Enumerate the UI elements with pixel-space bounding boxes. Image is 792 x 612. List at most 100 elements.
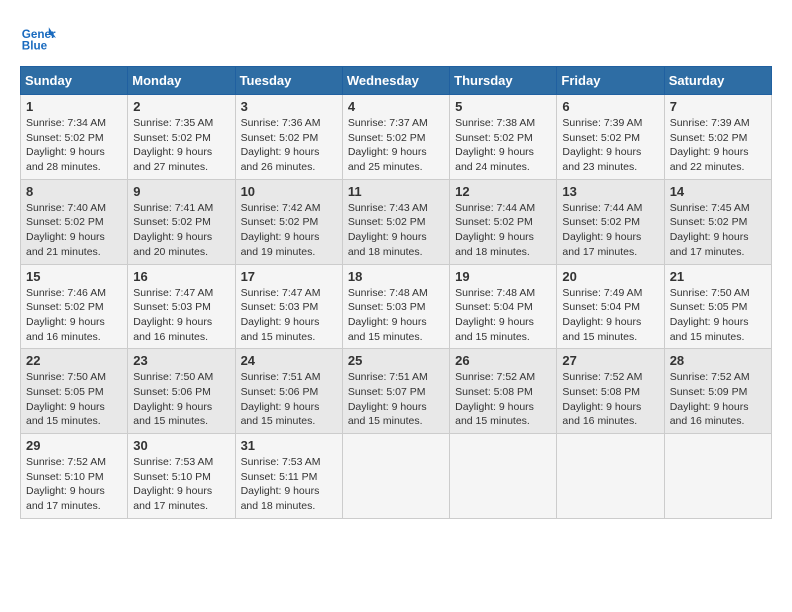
day-cell: 14 Sunrise: 7:45 AM Sunset: 5:02 PM Dayl… (664, 179, 771, 264)
day-number: 12 (455, 184, 551, 199)
cell-info: Sunrise: 7:52 AM Sunset: 5:09 PM Dayligh… (670, 370, 766, 429)
day-cell: 24 Sunrise: 7:51 AM Sunset: 5:06 PM Dayl… (235, 349, 342, 434)
daylight: Daylight: 9 hours and 25 minutes. (348, 146, 427, 173)
daylight: Daylight: 9 hours and 17 minutes. (562, 231, 641, 258)
day-number: 16 (133, 269, 229, 284)
cell-info: Sunrise: 7:50 AM Sunset: 5:05 PM Dayligh… (26, 370, 122, 429)
day-cell: 21 Sunrise: 7:50 AM Sunset: 5:05 PM Dayl… (664, 264, 771, 349)
sunrise: Sunrise: 7:40 AM (26, 202, 106, 214)
day-number: 8 (26, 184, 122, 199)
day-number: 3 (241, 99, 337, 114)
daylight: Daylight: 9 hours and 18 minutes. (348, 231, 427, 258)
sunrise: Sunrise: 7:48 AM (348, 287, 428, 299)
day-cell: 2 Sunrise: 7:35 AM Sunset: 5:02 PM Dayli… (128, 95, 235, 180)
sunset: Sunset: 5:08 PM (455, 386, 533, 398)
sunrise: Sunrise: 7:51 AM (241, 371, 321, 383)
sunset: Sunset: 5:06 PM (241, 386, 319, 398)
sunset: Sunset: 5:07 PM (348, 386, 426, 398)
cell-info: Sunrise: 7:47 AM Sunset: 5:03 PM Dayligh… (133, 286, 229, 345)
cell-info: Sunrise: 7:37 AM Sunset: 5:02 PM Dayligh… (348, 116, 444, 175)
sunrise: Sunrise: 7:51 AM (348, 371, 428, 383)
cell-info: Sunrise: 7:53 AM Sunset: 5:10 PM Dayligh… (133, 455, 229, 514)
day-number: 14 (670, 184, 766, 199)
sunrise: Sunrise: 7:35 AM (133, 117, 213, 129)
daylight: Daylight: 9 hours and 28 minutes. (26, 146, 105, 173)
sunset: Sunset: 5:02 PM (241, 216, 319, 228)
day-cell (342, 434, 449, 519)
cell-info: Sunrise: 7:44 AM Sunset: 5:02 PM Dayligh… (455, 201, 551, 260)
sunrise: Sunrise: 7:38 AM (455, 117, 535, 129)
cell-info: Sunrise: 7:46 AM Sunset: 5:02 PM Dayligh… (26, 286, 122, 345)
day-number: 21 (670, 269, 766, 284)
sunrise: Sunrise: 7:53 AM (133, 456, 213, 468)
sunrise: Sunrise: 7:39 AM (670, 117, 750, 129)
sunrise: Sunrise: 7:36 AM (241, 117, 321, 129)
day-number: 9 (133, 184, 229, 199)
day-cell: 25 Sunrise: 7:51 AM Sunset: 5:07 PM Dayl… (342, 349, 449, 434)
cell-info: Sunrise: 7:39 AM Sunset: 5:02 PM Dayligh… (670, 116, 766, 175)
cell-info: Sunrise: 7:48 AM Sunset: 5:03 PM Dayligh… (348, 286, 444, 345)
daylight: Daylight: 9 hours and 17 minutes. (133, 485, 212, 512)
daylight: Daylight: 9 hours and 18 minutes. (241, 485, 320, 512)
col-header-tuesday: Tuesday (235, 67, 342, 95)
day-cell: 9 Sunrise: 7:41 AM Sunset: 5:02 PM Dayli… (128, 179, 235, 264)
daylight: Daylight: 9 hours and 15 minutes. (26, 401, 105, 428)
page-header: General Blue (20, 20, 772, 56)
sunset: Sunset: 5:02 PM (455, 216, 533, 228)
daylight: Daylight: 9 hours and 27 minutes. (133, 146, 212, 173)
day-cell: 28 Sunrise: 7:52 AM Sunset: 5:09 PM Dayl… (664, 349, 771, 434)
sunrise: Sunrise: 7:44 AM (455, 202, 535, 214)
sunrise: Sunrise: 7:52 AM (562, 371, 642, 383)
cell-info: Sunrise: 7:52 AM Sunset: 5:08 PM Dayligh… (455, 370, 551, 429)
sunrise: Sunrise: 7:48 AM (455, 287, 535, 299)
daylight: Daylight: 9 hours and 22 minutes. (670, 146, 749, 173)
daylight: Daylight: 9 hours and 24 minutes. (455, 146, 534, 173)
day-number: 26 (455, 353, 551, 368)
cell-info: Sunrise: 7:52 AM Sunset: 5:10 PM Dayligh… (26, 455, 122, 514)
day-number: 27 (562, 353, 658, 368)
week-row-4: 22 Sunrise: 7:50 AM Sunset: 5:05 PM Dayl… (21, 349, 772, 434)
daylight: Daylight: 9 hours and 16 minutes. (562, 401, 641, 428)
day-number: 20 (562, 269, 658, 284)
sunset: Sunset: 5:03 PM (133, 301, 211, 313)
day-cell: 5 Sunrise: 7:38 AM Sunset: 5:02 PM Dayli… (450, 95, 557, 180)
sunset: Sunset: 5:02 PM (348, 132, 426, 144)
daylight: Daylight: 9 hours and 15 minutes. (241, 401, 320, 428)
daylight: Daylight: 9 hours and 26 minutes. (241, 146, 320, 173)
daylight: Daylight: 9 hours and 15 minutes. (670, 316, 749, 343)
col-header-wednesday: Wednesday (342, 67, 449, 95)
sunrise: Sunrise: 7:52 AM (670, 371, 750, 383)
day-number: 19 (455, 269, 551, 284)
week-row-2: 8 Sunrise: 7:40 AM Sunset: 5:02 PM Dayli… (21, 179, 772, 264)
col-header-thursday: Thursday (450, 67, 557, 95)
day-cell: 18 Sunrise: 7:48 AM Sunset: 5:03 PM Dayl… (342, 264, 449, 349)
daylight: Daylight: 9 hours and 19 minutes. (241, 231, 320, 258)
sunset: Sunset: 5:02 PM (562, 132, 640, 144)
daylight: Daylight: 9 hours and 16 minutes. (670, 401, 749, 428)
sunset: Sunset: 5:09 PM (670, 386, 748, 398)
cell-info: Sunrise: 7:50 AM Sunset: 5:05 PM Dayligh… (670, 286, 766, 345)
cell-info: Sunrise: 7:38 AM Sunset: 5:02 PM Dayligh… (455, 116, 551, 175)
day-cell (450, 434, 557, 519)
day-number: 23 (133, 353, 229, 368)
sunrise: Sunrise: 7:43 AM (348, 202, 428, 214)
day-cell: 15 Sunrise: 7:46 AM Sunset: 5:02 PM Dayl… (21, 264, 128, 349)
sunrise: Sunrise: 7:39 AM (562, 117, 642, 129)
cell-info: Sunrise: 7:43 AM Sunset: 5:02 PM Dayligh… (348, 201, 444, 260)
day-cell: 16 Sunrise: 7:47 AM Sunset: 5:03 PM Dayl… (128, 264, 235, 349)
daylight: Daylight: 9 hours and 15 minutes. (455, 401, 534, 428)
sunrise: Sunrise: 7:42 AM (241, 202, 321, 214)
day-number: 1 (26, 99, 122, 114)
sunset: Sunset: 5:02 PM (26, 216, 104, 228)
sunrise: Sunrise: 7:50 AM (670, 287, 750, 299)
day-number: 30 (133, 438, 229, 453)
sunset: Sunset: 5:10 PM (26, 471, 104, 483)
day-number: 5 (455, 99, 551, 114)
daylight: Daylight: 9 hours and 15 minutes. (241, 316, 320, 343)
cell-info: Sunrise: 7:48 AM Sunset: 5:04 PM Dayligh… (455, 286, 551, 345)
day-number: 18 (348, 269, 444, 284)
day-number: 11 (348, 184, 444, 199)
cell-info: Sunrise: 7:42 AM Sunset: 5:02 PM Dayligh… (241, 201, 337, 260)
day-number: 28 (670, 353, 766, 368)
day-cell: 11 Sunrise: 7:43 AM Sunset: 5:02 PM Dayl… (342, 179, 449, 264)
